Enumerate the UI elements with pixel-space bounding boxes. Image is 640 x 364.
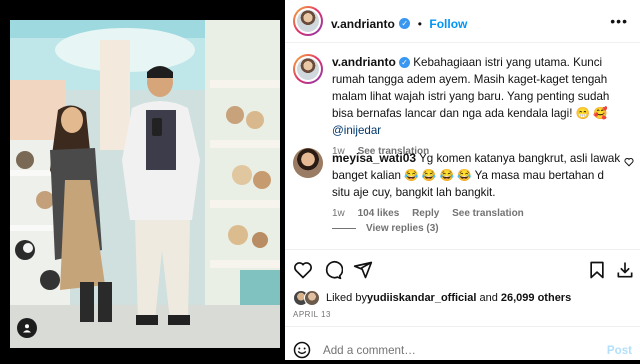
follow-button[interactable]: Follow [429, 17, 467, 31]
commenter-avatar[interactable] [293, 148, 323, 178]
comment-meta: 1w 104 likes Reply See translation [332, 205, 622, 222]
add-comment-input[interactable]: Add a comment… [323, 344, 416, 357]
likes-user[interactable]: yudiiskandar_official [367, 292, 476, 304]
caption-avatar[interactable] [293, 54, 323, 84]
share-send-icon[interactable] [353, 260, 373, 285]
download-icon[interactable] [615, 260, 635, 285]
more-dots-icon[interactable]: ••• [610, 13, 628, 29]
replies-line [332, 228, 356, 229]
likes-count[interactable]: 26,099 others [501, 292, 571, 304]
left-backdrop [0, 0, 10, 360]
likes-middle: and [476, 292, 501, 304]
verified-badge-icon: ✓ [399, 18, 411, 30]
post-photo[interactable] [10, 20, 280, 348]
save-bookmark-icon[interactable] [587, 260, 607, 285]
caption-mention[interactable]: @inijedar [332, 124, 381, 137]
caption-username[interactable]: v.andrianto [332, 55, 396, 69]
comment-reply-button[interactable]: Reply [412, 208, 439, 219]
view-replies-label: View replies (3) [366, 223, 439, 234]
comment-time[interactable]: 1w [332, 208, 345, 219]
post-photo-illustration [10, 20, 280, 348]
post-date[interactable]: APRIL 13 [293, 310, 331, 319]
post-detail-panel: v.andrianto ✓ • Follow ••• v.andrianto ✓… [285, 0, 640, 360]
likes-prefix: Liked by [326, 292, 367, 304]
comment-bubble-icon[interactable] [323, 260, 344, 285]
caption: v.andrianto ✓ Kebahagiaan istri yang uta… [332, 54, 632, 160]
emoji-icon[interactable] [293, 341, 311, 364]
post-header: v.andrianto ✓ • Follow ••• [285, 0, 640, 43]
view-replies-button[interactable]: View replies (3) [332, 223, 439, 234]
liker-avatar[interactable] [304, 290, 320, 306]
add-comment-bar: Add a comment… Post [285, 326, 640, 361]
user-tag-icon[interactable] [17, 318, 37, 338]
author-avatar[interactable] [293, 6, 323, 36]
comment-see-translation[interactable]: See translation [452, 208, 524, 219]
commenter-username[interactable]: meyisa_wati03 [332, 151, 416, 165]
post-comment-button[interactable]: Post [607, 344, 632, 357]
action-bar [285, 249, 640, 290]
caption-verified-badge-icon: ✓ [399, 57, 411, 69]
like-heart-icon[interactable] [293, 260, 313, 285]
comment-likes[interactable]: 104 likes [358, 208, 400, 219]
comment: meyisa_wati03 Yg komen katanya bangkrut,… [332, 150, 622, 222]
author-username[interactable]: v.andrianto [331, 17, 395, 31]
separator-dot: • [417, 17, 422, 31]
comment-like-heart-icon[interactable] [624, 154, 634, 172]
likes-summary: Liked by yudiiskandar_official and 26,09… [293, 290, 571, 306]
